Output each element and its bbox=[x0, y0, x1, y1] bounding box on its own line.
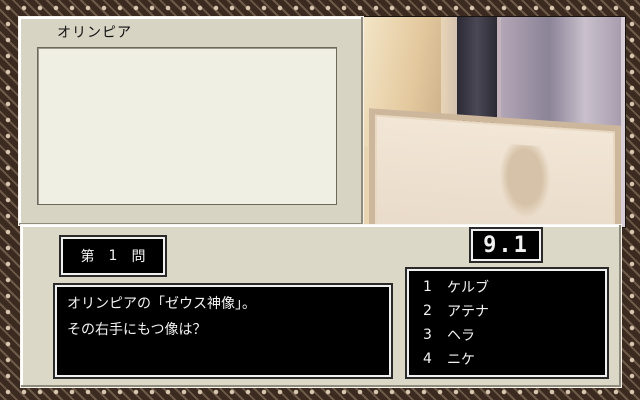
game-screen: オリンピア 第 1 問 9.1 オリンピアの「ゼウス神像」。 その右手にもつ像は… bbox=[0, 0, 640, 400]
choice-label: アテナ bbox=[447, 304, 489, 320]
choice-1[interactable]: 1 ケルブ bbox=[409, 275, 605, 299]
choice-label: ニケ bbox=[447, 352, 475, 368]
choice-label: ヘラ bbox=[447, 328, 475, 344]
choice-3[interactable]: 3 ヘラ bbox=[409, 323, 605, 347]
choice-number: 4 bbox=[423, 351, 432, 367]
question-text-box: オリンピアの「ゼウス神像」。 その右手にもつ像は？ bbox=[53, 283, 393, 379]
choice-label: ケルブ bbox=[447, 280, 489, 296]
answer-choices-box: 1 ケルブ 2 アテナ 3 ヘラ 4 ニケ bbox=[405, 267, 609, 379]
choice-2[interactable]: 2 アテナ bbox=[409, 299, 605, 323]
location-image-box bbox=[37, 47, 337, 205]
question-number: 1 bbox=[108, 248, 118, 264]
relief-panel bbox=[369, 108, 621, 227]
scene-image bbox=[360, 16, 626, 228]
question-number-prefix: 第 bbox=[80, 249, 95, 265]
question-number-box: 第 1 問 bbox=[59, 235, 167, 277]
quiz-panel: 第 1 問 9.1 オリンピアの「ゼウス神像」。 その右手にもつ像は？ 1 ケル… bbox=[20, 224, 622, 388]
question-number-suffix: 問 bbox=[131, 249, 146, 265]
choice-number: 2 bbox=[423, 303, 432, 319]
choice-number: 1 bbox=[423, 279, 432, 295]
choice-number: 3 bbox=[423, 327, 432, 343]
location-name: オリンピア bbox=[57, 25, 132, 41]
question-line: オリンピアの「ゼウス神像」。 bbox=[67, 296, 256, 312]
location-panel: オリンピア bbox=[18, 16, 364, 226]
choice-4[interactable]: 4 ニケ bbox=[409, 347, 605, 371]
relief-figure bbox=[495, 143, 555, 227]
timer-display: 9.1 bbox=[469, 227, 543, 263]
question-line: その右手にもつ像は？ bbox=[67, 322, 207, 338]
